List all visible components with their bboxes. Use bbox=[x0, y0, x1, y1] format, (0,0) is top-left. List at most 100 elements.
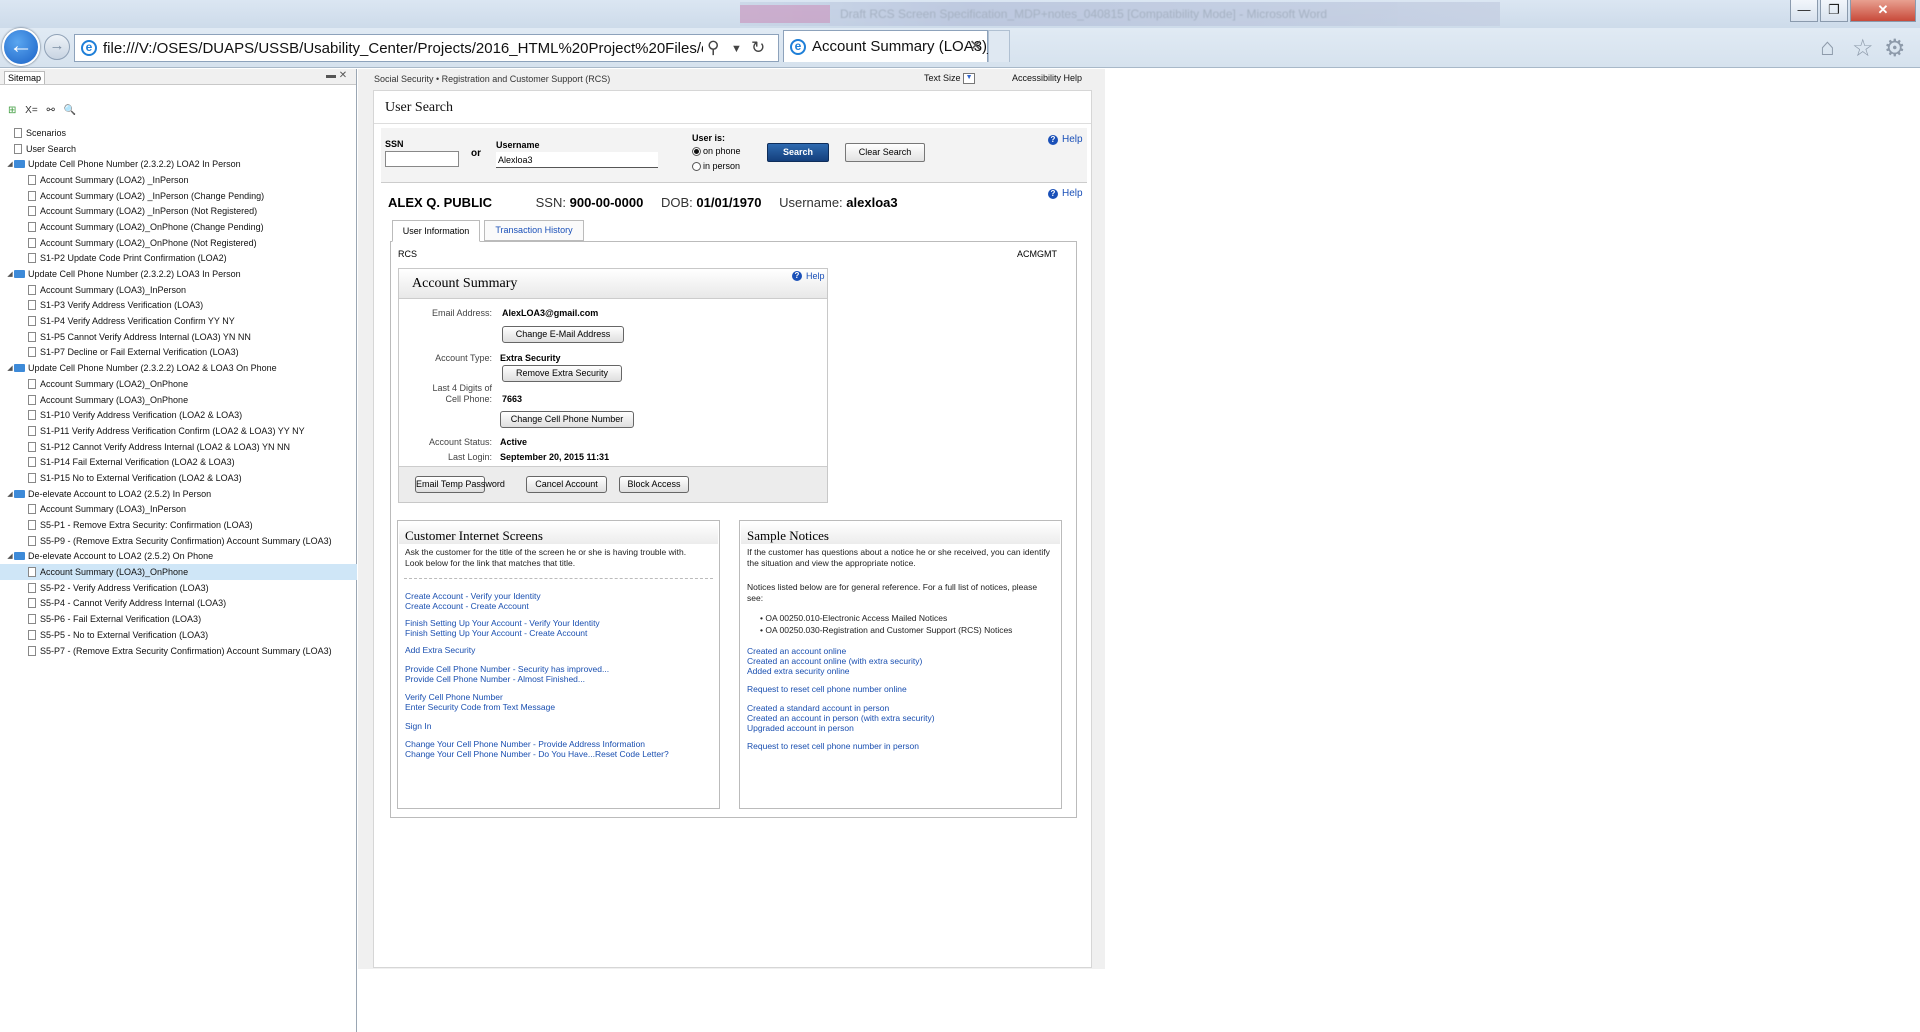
notice-link[interactable]: Upgraded account in person bbox=[747, 723, 854, 733]
sitemap-item[interactable]: Account Summary (LOA2) _InPerson bbox=[0, 172, 357, 188]
block-access-button[interactable]: Block Access bbox=[619, 476, 689, 493]
sitemap-controls[interactable]: ▬ ✕ bbox=[326, 70, 347, 81]
username-input[interactable] bbox=[496, 152, 658, 168]
sitemap-tool-map-icon[interactable]: ⊞ bbox=[8, 105, 16, 116]
gear-icon[interactable]: ⚙ bbox=[1884, 34, 1906, 63]
cis-link[interactable]: Finish Setting Up Your Account - Create … bbox=[405, 628, 587, 638]
sitemap-item[interactable]: S1-P5 Cannot Verify Address Internal (LO… bbox=[0, 329, 357, 345]
sitemap-tab[interactable]: Sitemap bbox=[4, 71, 46, 84]
sitemap-item[interactable]: S1-P14 Fail External Verification (LOA2 … bbox=[0, 454, 357, 470]
notice-link[interactable]: Created an account online bbox=[747, 646, 846, 656]
text-size-control[interactable]: Text Size ▼ bbox=[924, 73, 976, 85]
sitemap-item[interactable]: S1-P11 Verify Address Verification Confi… bbox=[0, 423, 357, 439]
sitemap-item[interactable]: Account Summary (LOA2)_OnPhone bbox=[0, 376, 357, 392]
sitemap-item[interactable]: Account Summary (LOA3)_OnPhone bbox=[0, 564, 357, 580]
maximize-button[interactable]: ❐ bbox=[1820, 0, 1848, 22]
sitemap-item[interactable]: S5-P9 - (Remove Extra Security Confirmat… bbox=[0, 533, 357, 549]
dropdown-icon[interactable]: ▼ bbox=[731, 43, 742, 55]
user-help-link[interactable]: ? Help bbox=[1048, 188, 1083, 199]
expand-triangle-icon[interactable]: ◢ bbox=[6, 270, 14, 278]
notice-link[interactable]: Request to reset cell phone number in pe… bbox=[747, 741, 919, 751]
sitemap-item[interactable]: Account Summary (LOA3)_InPerson bbox=[0, 502, 357, 518]
cis-link[interactable]: Change Your Cell Phone Number - Provide … bbox=[405, 739, 645, 749]
address-bar[interactable]: e file:///V:/OSES/DUAPS/USSB/Usability_C… bbox=[74, 34, 779, 62]
new-tab-button[interactable] bbox=[988, 30, 1010, 62]
sitemap-folder[interactable]: ◢ Update Cell Phone Number (2.3.2.2) LOA3… bbox=[0, 266, 357, 282]
sitemap-item[interactable]: S1-P2 Update Code Print Confirmation (LO… bbox=[0, 251, 357, 267]
cis-link[interactable]: Create Account - Create Account bbox=[405, 601, 529, 611]
favorites-star-icon[interactable]: ☆ bbox=[1852, 34, 1874, 63]
sitemap-item[interactable]: S1-P10 Verify Address Verification (LOA2… bbox=[0, 407, 357, 423]
sitemap-item[interactable]: S5-P7 - (Remove Extra Security Confirmat… bbox=[0, 643, 357, 659]
change-cell-phone-button[interactable]: Change Cell Phone Number bbox=[500, 411, 634, 428]
sitemap-item[interactable]: S1-P15 No to External Verification (LOA2… bbox=[0, 470, 357, 486]
search-button[interactable]: Search bbox=[767, 143, 829, 162]
refresh-icon[interactable]: ↻ bbox=[751, 38, 765, 58]
sitemap-item[interactable]: S5-P6 - Fail External Verification (LOA3… bbox=[0, 611, 357, 627]
sitemap-item[interactable]: Account Summary (LOA3)_OnPhone bbox=[0, 392, 357, 408]
cancel-account-button[interactable]: Cancel Account bbox=[526, 476, 607, 493]
search-help-link[interactable]: ? Help bbox=[1048, 134, 1083, 145]
in-person-radio[interactable]: in person bbox=[692, 161, 740, 171]
sitemap-item[interactable]: S5-P4 - Cannot Verify Address Internal (… bbox=[0, 596, 357, 612]
sitemap-item[interactable]: Account Summary (LOA2) _InPerson (Change… bbox=[0, 188, 357, 204]
sitemap-folder[interactable]: ◢ De-elevate Account to LOA2 (2.5.2) On P… bbox=[0, 549, 357, 565]
cis-link[interactable]: Add Extra Security bbox=[405, 645, 475, 655]
email-temp-password-button[interactable]: Email Temp Password bbox=[415, 476, 505, 493]
sitemap-item[interactable]: Account Summary (LOA3)_InPerson bbox=[0, 282, 357, 298]
notice-link[interactable]: Created an account in person (with extra… bbox=[747, 713, 935, 723]
sitemap-item[interactable]: Account Summary (LOA2)_OnPhone (Change P… bbox=[0, 219, 357, 235]
sitemap-folder[interactable]: ◢ Update Cell Phone Number (2.3.2.2) LOA2… bbox=[0, 156, 357, 172]
back-button[interactable]: ← bbox=[2, 28, 40, 66]
clear-search-button[interactable]: Clear Search bbox=[845, 143, 925, 162]
notice-link[interactable]: Added extra security online bbox=[747, 666, 850, 676]
expand-triangle-icon[interactable]: ◢ bbox=[6, 364, 14, 372]
sitemap-folder[interactable]: ◢ De-elevate Account to LOA2 (2.5.2) In P… bbox=[0, 486, 357, 502]
cis-link[interactable]: Enter Security Code from Text Message bbox=[405, 702, 555, 712]
sitemap-tool-search-icon[interactable]: 🔍 bbox=[64, 105, 76, 116]
sitemap-item[interactable]: S5-P2 - Verify Address Verification (LOA… bbox=[0, 580, 357, 596]
sitemap-item[interactable]: Account Summary (LOA2) _InPerson (Not Re… bbox=[0, 203, 357, 219]
sitemap-item[interactable]: S5-P1 - Remove Extra Security: Confirmat… bbox=[0, 517, 357, 533]
close-window-button[interactable]: ✕ bbox=[1850, 0, 1916, 22]
sitemap-item[interactable]: S1-P3 Verify Address Verification (LOA3) bbox=[0, 298, 357, 314]
expand-triangle-icon[interactable]: ◢ bbox=[6, 490, 14, 498]
sitemap-folder[interactable]: ◢ Update Cell Phone Number (2.3.2.2) LOA2… bbox=[0, 360, 357, 376]
cis-link[interactable]: Verify Cell Phone Number bbox=[405, 692, 503, 702]
notice-link[interactable]: Request to reset cell phone number onlin… bbox=[747, 684, 907, 694]
chevron-down-icon[interactable]: ▼ bbox=[963, 73, 976, 85]
tab-user-information[interactable]: User Information bbox=[392, 220, 480, 242]
cis-link[interactable]: Provide Cell Phone Number - Almost Finis… bbox=[405, 674, 585, 684]
cis-link[interactable]: Create Account - Verify your Identity bbox=[405, 591, 541, 601]
sitemap-item[interactable]: S1-P4 Verify Address Verification Confir… bbox=[0, 313, 357, 329]
change-email-button[interactable]: Change E-Mail Address bbox=[502, 326, 624, 343]
cis-link[interactable]: Finish Setting Up Your Account - Verify … bbox=[405, 618, 600, 628]
tab-transaction-history[interactable]: Transaction History bbox=[484, 220, 584, 241]
expand-triangle-icon[interactable]: ◢ bbox=[6, 552, 14, 560]
accessibility-help-link[interactable]: Accessibility Help bbox=[1012, 73, 1082, 83]
cis-link[interactable]: Sign In bbox=[405, 721, 431, 731]
address-url[interactable]: file:///V:/OSES/DUAPS/USSB/Usability_Cen… bbox=[103, 40, 703, 57]
expand-triangle-icon[interactable]: ◢ bbox=[6, 160, 14, 168]
sitemap-item[interactable]: Account Summary (LOA2)_OnPhone (Not Regi… bbox=[0, 235, 357, 251]
sitemap-item[interactable]: User Search bbox=[0, 141, 357, 157]
remove-extra-security-button[interactable]: Remove Extra Security bbox=[502, 365, 622, 382]
sitemap-item[interactable]: S5-P5 - No to External Verification (LOA… bbox=[0, 627, 357, 643]
sitemap-tool-link-icon[interactable]: ⚯ bbox=[46, 105, 54, 116]
notice-link[interactable]: Created a standard account in person bbox=[747, 703, 889, 713]
sitemap-item[interactable]: S1-P7 Decline or Fail External Verificat… bbox=[0, 345, 357, 361]
on-phone-radio[interactable]: on phone bbox=[692, 146, 741, 156]
browser-tab[interactable]: e Account Summary (LOA3)_... ✕ bbox=[783, 30, 1008, 62]
cis-link[interactable]: Change Your Cell Phone Number - Do You H… bbox=[405, 749, 669, 759]
account-summary-help-link[interactable]: ? Help bbox=[792, 271, 825, 281]
sitemap-tool-variables-icon[interactable]: X= bbox=[25, 105, 38, 116]
search-icon[interactable]: ⚲ bbox=[707, 38, 719, 58]
close-tab-icon[interactable]: ✕ bbox=[969, 36, 982, 56]
home-icon[interactable]: ⌂ bbox=[1820, 34, 1835, 62]
sitemap-item[interactable]: S1-P12 Cannot Verify Address Internal (L… bbox=[0, 439, 357, 455]
minimize-button[interactable]: — bbox=[1790, 0, 1818, 22]
notice-link[interactable]: Created an account online (with extra se… bbox=[747, 656, 922, 666]
forward-button[interactable]: → bbox=[44, 34, 70, 60]
cis-link[interactable]: Provide Cell Phone Number - Security has… bbox=[405, 664, 609, 674]
ssn-input[interactable] bbox=[385, 151, 459, 167]
